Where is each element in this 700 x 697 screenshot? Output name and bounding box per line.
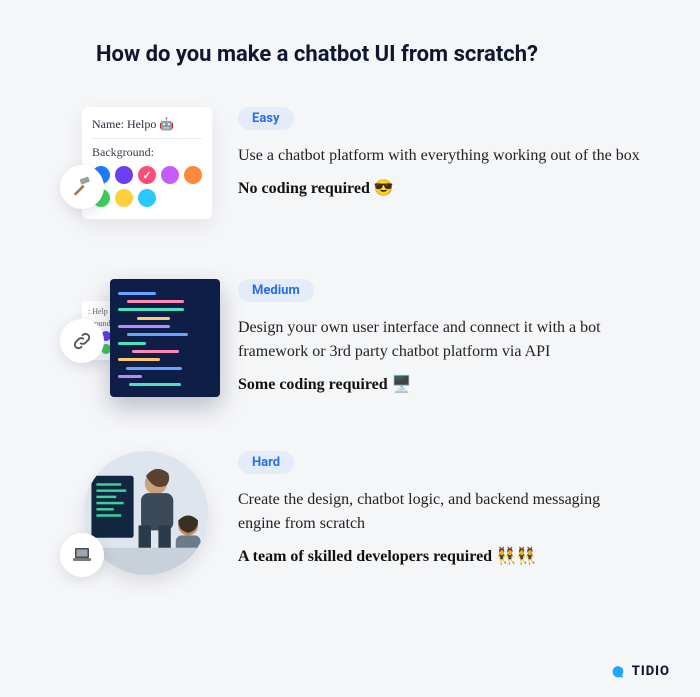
badge-medium: Medium	[238, 279, 314, 302]
swatch-row	[92, 166, 202, 207]
laptop-icon	[60, 533, 104, 577]
desc-easy: Use a chatbot platform with everything w…	[238, 144, 640, 168]
note-easy: No coding required 😎	[238, 178, 640, 198]
swatch	[161, 166, 179, 184]
swatch	[184, 166, 202, 184]
card-name-value: Helpo 🤖	[127, 117, 174, 131]
desc-hard: Create the design, chatbot logic, and ba…	[238, 488, 640, 536]
hammer-icon	[60, 165, 104, 209]
swatch	[138, 166, 156, 184]
brand-footer: TIDIO	[610, 663, 670, 679]
note-hard: A team of skilled developers required 👯👯	[238, 546, 640, 566]
code-editor	[110, 279, 220, 397]
brand-name: TIDIO	[632, 664, 670, 679]
illustration-hard	[60, 451, 220, 581]
link-icon	[60, 319, 104, 363]
row-hard: Hard Create the design, chatbot logic, a…	[60, 451, 640, 581]
chatbot-card: Name: Helpo 🤖 Background:	[82, 107, 212, 219]
swatch	[115, 189, 133, 207]
swatch	[115, 166, 133, 184]
card-name-label: Name:	[92, 117, 124, 131]
tidio-logo-icon	[610, 663, 626, 679]
swatch	[138, 189, 156, 207]
badge-hard: Hard	[238, 451, 294, 474]
row-easy: Name: Helpo 🤖 Background: Easy Use a cha…	[60, 107, 640, 237]
illustration-medium: : Help ground	[60, 279, 220, 409]
note-medium: Some coding required 🖥️	[238, 374, 640, 394]
page-title: How do you make a chatbot UI from scratc…	[60, 42, 640, 67]
desc-medium: Design your own user interface and conne…	[238, 316, 640, 364]
illustration-easy: Name: Helpo 🤖 Background:	[60, 107, 220, 237]
card-bg-label: Background:	[92, 145, 202, 160]
row-medium: : Help ground	[60, 279, 640, 409]
badge-easy: Easy	[238, 107, 294, 130]
